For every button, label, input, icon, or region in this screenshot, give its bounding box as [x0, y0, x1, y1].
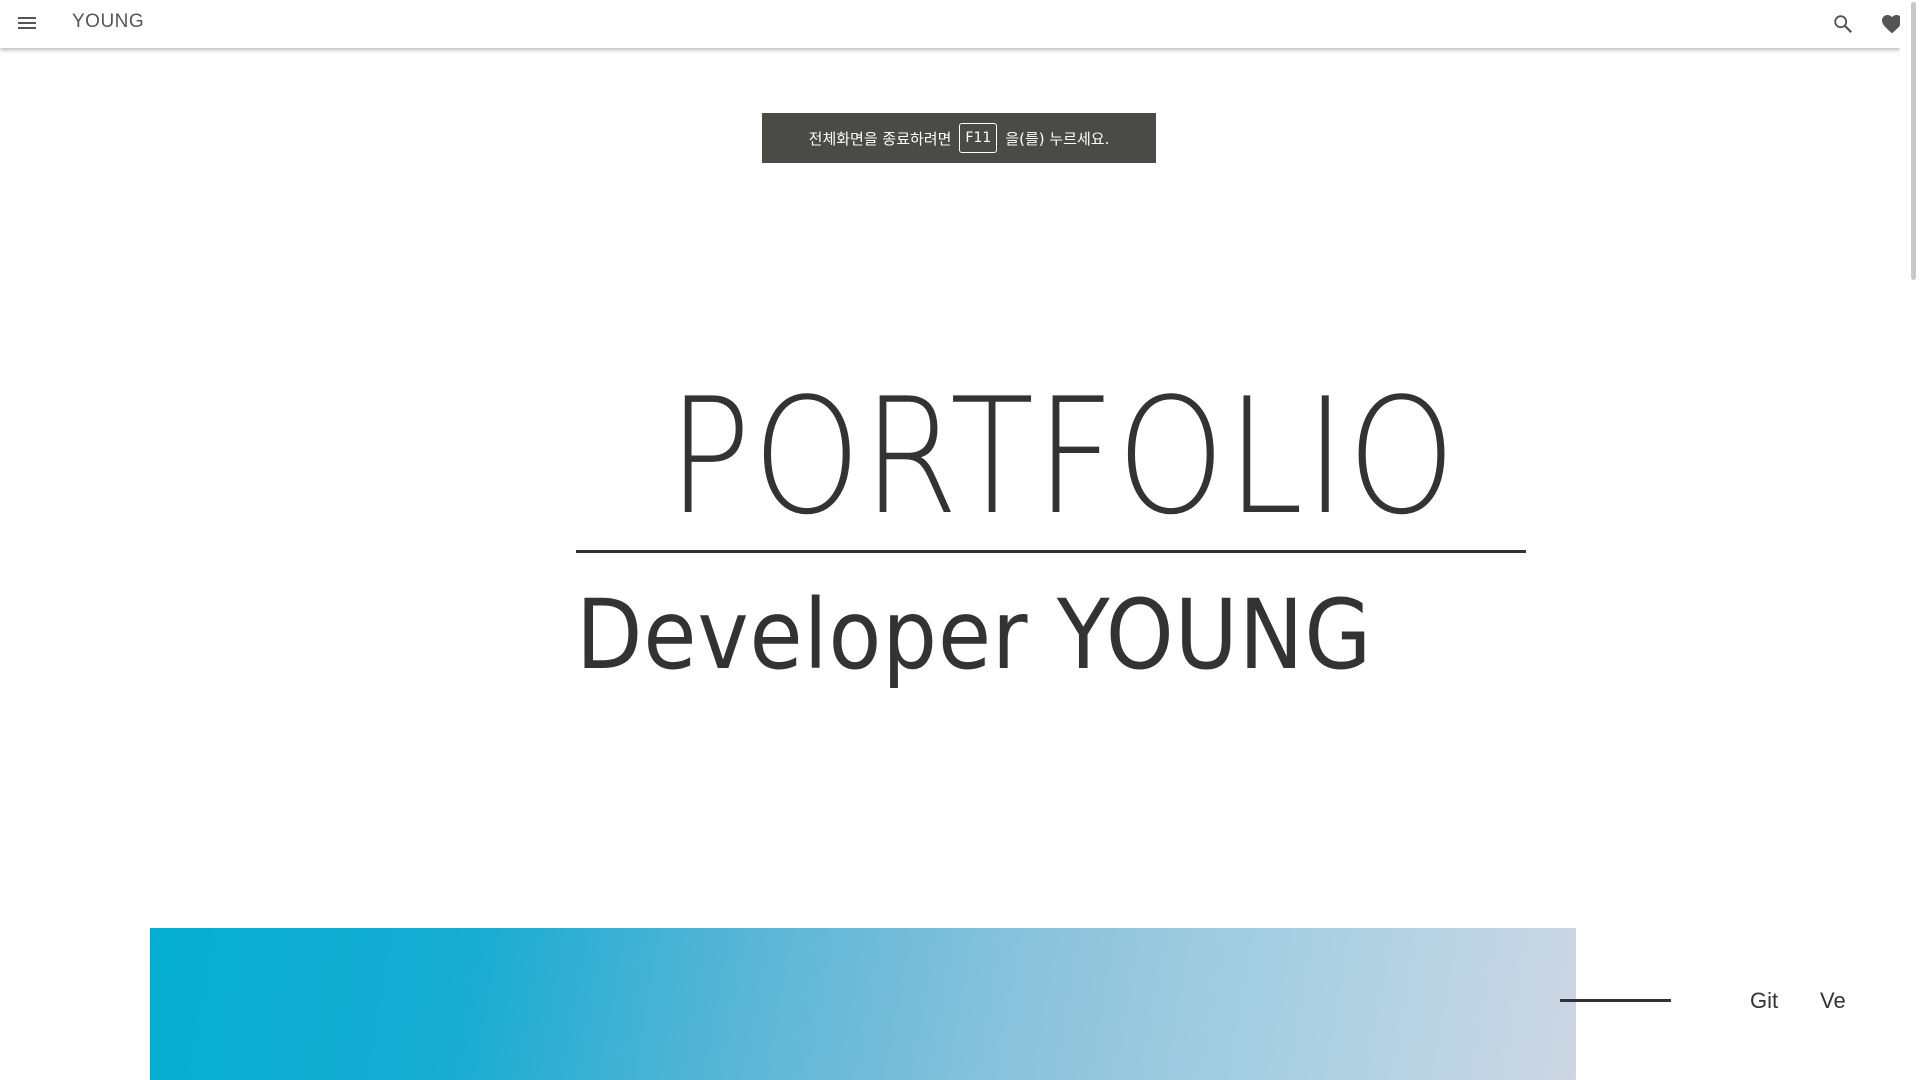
- page-scrollbar[interactable]: [1900, 0, 1920, 1080]
- search-icon[interactable]: [1832, 13, 1854, 35]
- scrollbar-thumb[interactable]: [1911, 2, 1916, 280]
- f11-key-badge: F11: [959, 123, 998, 153]
- side-nav-divider: [1560, 999, 1671, 1002]
- fullscreen-notice-text-before: 전체화면을 종료하려면: [808, 129, 952, 148]
- fullscreen-exit-notice: 전체화면을 종료하려면 F11 을(를) 누르세요.: [762, 113, 1156, 163]
- hero-title: PORTFOLIO: [668, 363, 1458, 550]
- hero-banner-image: [150, 928, 1576, 1080]
- side-nav-git-link[interactable]: Git: [1750, 988, 1778, 1014]
- hero-subtitle: Developer YOUNG: [576, 579, 1373, 691]
- menu-icon[interactable]: [18, 14, 38, 32]
- hero-divider: [576, 550, 1526, 553]
- fullscreen-notice-text-after: 을(를) 누르세요.: [1005, 129, 1110, 148]
- side-nav-ve-link[interactable]: Ve: [1820, 988, 1846, 1014]
- brand-title[interactable]: YOUNG: [72, 11, 144, 33]
- top-app-bar: YOUNG: [0, 0, 1902, 48]
